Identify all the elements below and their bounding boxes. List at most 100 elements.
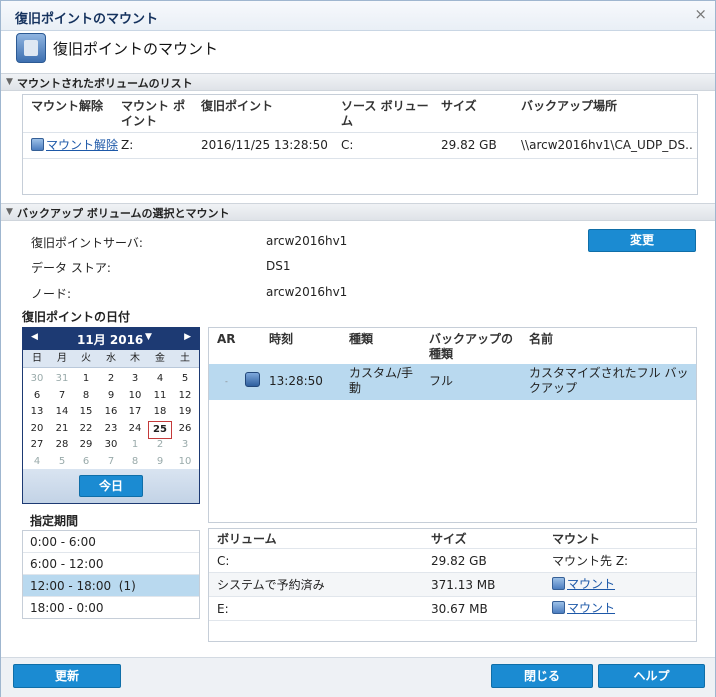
calendar-day[interactable]: 5: [173, 371, 197, 387]
mount-recovery-point-dialog: 復旧ポイントのマウント × 復旧ポイントのマウント ▼ マウントされたボリューム…: [0, 0, 716, 697]
ar-value: -: [225, 377, 228, 386]
calendar-day[interactable]: 18: [148, 404, 172, 420]
calendar-day[interactable]: 9: [148, 454, 172, 470]
close-button[interactable]: 閉じる: [491, 664, 593, 688]
calendar-day[interactable]: 15: [74, 404, 98, 420]
mount-icon: [552, 577, 565, 590]
table-header: ボリューム サイズ マウント: [209, 529, 696, 549]
calendar-day[interactable]: 30: [99, 437, 123, 453]
mount-label[interactable]: マウント: [567, 577, 615, 591]
calendar-day[interactable]: 20: [25, 421, 49, 437]
calendar-day[interactable]: 7: [50, 388, 74, 404]
collapse-arrow-icon[interactable]: ▼: [6, 77, 13, 87]
select-mount-section-header[interactable]: ▼ バックアップ ボリュームの選択とマウント: [1, 203, 715, 221]
month-dropdown-icon[interactable]: ▼: [145, 332, 152, 342]
calendar-day[interactable]: 11: [148, 388, 172, 404]
close-icon[interactable]: ×: [694, 5, 707, 23]
calendar-day[interactable]: 9: [99, 388, 123, 404]
server-label: 復旧ポイントサーバ:: [31, 236, 143, 250]
name-value: カスタマイズされたフル バックアップ: [529, 366, 689, 395]
period-item[interactable]: 18:00 - 0:00: [23, 597, 199, 619]
calendar-day[interactable]: 7: [99, 454, 123, 470]
disk-mount-icon: [16, 33, 46, 63]
collapse-arrow-icon[interactable]: ▼: [6, 207, 13, 217]
calendar-day[interactable]: 28: [50, 437, 74, 453]
weekday: 金: [155, 353, 165, 364]
calendar-day[interactable]: 29: [74, 437, 98, 453]
backup-location: \\arcw2016hv1\CA_UDP_DS...: [521, 138, 693, 152]
calendar-day[interactable]: 4: [148, 371, 172, 387]
calendar-day[interactable]: 5: [50, 454, 74, 470]
mount-link[interactable]: マウント: [552, 601, 615, 616]
mount-label[interactable]: マウント: [567, 601, 615, 615]
period-list: 0:00 - 6:00 6:00 - 12:00 12:00 - 18:00 (…: [22, 530, 200, 619]
today-button[interactable]: 今日: [79, 475, 143, 497]
weekday: 水: [106, 353, 116, 364]
calendar-day[interactable]: 30: [25, 371, 49, 387]
mount-point: Z:: [121, 138, 134, 152]
change-button[interactable]: 変更: [588, 229, 696, 252]
calendar-header: ◀ 11月 2016 ▼ ▶: [23, 328, 199, 350]
refresh-button[interactable]: 更新: [13, 664, 121, 688]
calendar-day[interactable]: 21: [50, 421, 74, 437]
calendar-day[interactable]: 8: [74, 388, 98, 404]
prev-month-icon[interactable]: ◀: [31, 332, 38, 342]
period-item-selected[interactable]: 12:00 - 18:00 (1): [23, 575, 199, 597]
mounted-volumes-section-header[interactable]: ▼ マウントされたボリュームのリスト: [1, 73, 715, 91]
calendar-day[interactable]: 24: [123, 421, 147, 437]
calendar-day[interactable]: 3: [173, 437, 197, 453]
calendar-day[interactable]: 6: [74, 454, 98, 470]
period-label: 6:00 - 12:00: [30, 557, 104, 571]
recovery-point-row-selected[interactable]: - 13:28:50 カスタム/手動 フル カスタマイズされたフル バックアップ: [209, 364, 696, 400]
calendar-day[interactable]: 26: [173, 421, 197, 437]
calendar-day[interactable]: 10: [123, 388, 147, 404]
mount-status: マウント先 Z:: [552, 554, 629, 568]
calendar-day[interactable]: 12: [173, 388, 197, 404]
calendar-footer: 今日: [23, 469, 199, 503]
help-button[interactable]: ヘルプ: [598, 664, 705, 688]
unmount-icon: [31, 138, 44, 151]
calendar-day[interactable]: 4: [25, 454, 49, 470]
calendar-day[interactable]: 23: [99, 421, 123, 437]
recovery-point: 2016/11/25 13:28:50: [201, 138, 328, 152]
calendar-day[interactable]: 19: [173, 404, 197, 420]
table-header: AR 時刻 種類 バックアップの種類 名前: [209, 328, 696, 362]
calendar-day[interactable]: 1: [123, 437, 147, 453]
calendar-day[interactable]: 31: [50, 371, 74, 387]
calendar-day[interactable]: 27: [25, 437, 49, 453]
calendar-day[interactable]: 13: [25, 404, 49, 420]
calendar-day[interactable]: 3: [123, 371, 147, 387]
calendar-day[interactable]: 2: [148, 437, 172, 453]
calendar-day[interactable]: 17: [123, 404, 147, 420]
weekday: 木: [130, 353, 140, 364]
calendar-day[interactable]: 8: [123, 454, 147, 470]
period-item[interactable]: 6:00 - 12:00: [23, 553, 199, 575]
weekday-row: 日 月 火 水 木 金 土: [23, 350, 199, 368]
calendar-day[interactable]: 22: [74, 421, 98, 437]
column-header: マウント ポイント: [121, 99, 186, 128]
column-header: 復旧ポイント: [201, 99, 274, 113]
period-count: (1): [118, 579, 136, 593]
volume-size: 30.67 MB: [431, 602, 488, 616]
column-header: 種類: [349, 332, 374, 346]
calendar-day[interactable]: 14: [50, 404, 74, 420]
unmount-link[interactable]: マウント解除: [31, 138, 118, 153]
mount-link[interactable]: マウント: [552, 577, 615, 592]
backup-type-value: フル: [429, 374, 454, 388]
calendar-day-selected[interactable]: 25: [148, 420, 172, 439]
unmount-label[interactable]: マウント解除: [46, 138, 118, 152]
period-label: 0:00 - 6:00: [30, 535, 96, 549]
volume-name: システムで予約済み: [217, 578, 325, 592]
calendar-day[interactable]: 10: [173, 454, 197, 470]
calendar-day[interactable]: 2: [99, 371, 123, 387]
calendar-day[interactable]: 16: [99, 404, 123, 420]
period-item[interactable]: 0:00 - 6:00: [23, 531, 199, 553]
section-title: バックアップ ボリュームの選択とマウント: [17, 207, 230, 220]
calendar-day[interactable]: 1: [74, 371, 98, 387]
calendar-day[interactable]: 6: [25, 388, 49, 404]
table-header: マウント解除 マウント ポイント 復旧ポイント ソース ボリューム サイズ バッ…: [23, 95, 697, 133]
next-month-icon[interactable]: ▶: [184, 332, 191, 342]
type-value: カスタム/手動: [349, 366, 414, 395]
dialog-title: 復旧ポイントのマウント: [15, 12, 159, 27]
volumes-table: ボリューム サイズ マウント C: 29.82 GB マウント先 Z: システム…: [208, 528, 697, 642]
